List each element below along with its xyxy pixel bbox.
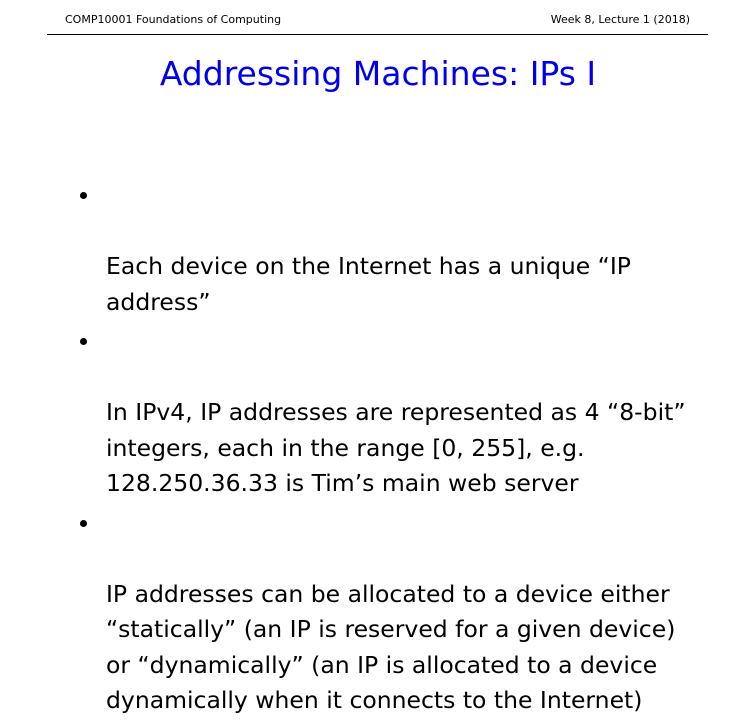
- bullet-list: Each device on the Internet has a unique…: [80, 178, 720, 723]
- bullet-text: IP addresses can be allocated to a devic…: [106, 579, 676, 715]
- slide: COMP10001 Foundations of Computing Week …: [0, 0, 756, 714]
- bullet-dot-icon: [80, 519, 87, 527]
- bullet-text: In IPv4, IP addresses are represented as…: [106, 398, 686, 497]
- bullet-dot-icon: [80, 338, 87, 345]
- lecture-label: Week 8, Lecture 1 (2018): [550, 13, 690, 26]
- header-divider: [47, 34, 708, 35]
- slide-title: Addressing Machines: IPs I: [159, 54, 597, 93]
- bullet-dot-icon: [80, 192, 87, 199]
- bullet-item: Each device on the Internet has a unique…: [80, 178, 720, 320]
- bullet-text: Each device on the Internet has a unique…: [106, 252, 631, 316]
- bullet-item: IP addresses can be allocated to a devic…: [80, 506, 720, 719]
- slide-header: COMP10001 Foundations of Computing Week …: [65, 11, 690, 29]
- course-label: COMP10001 Foundations of Computing: [65, 13, 282, 26]
- bullet-item: In IPv4, IP addresses are represented as…: [80, 324, 720, 502]
